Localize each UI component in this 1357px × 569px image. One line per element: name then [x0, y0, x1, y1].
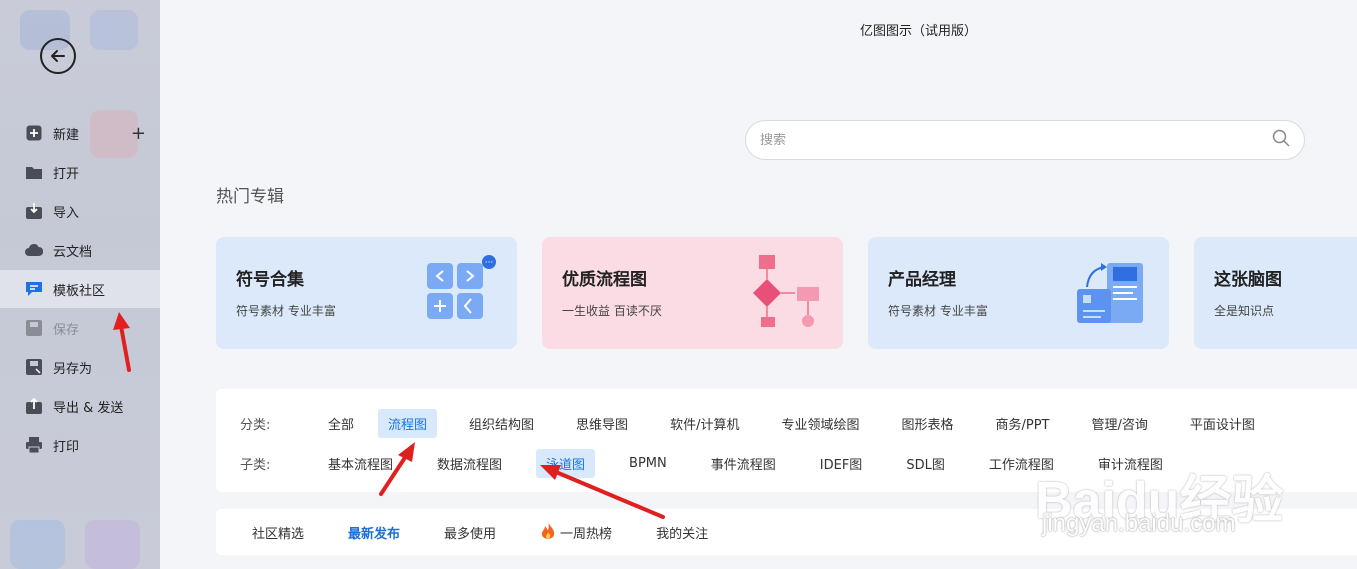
- export-icon: [25, 397, 43, 415]
- subcategory-chip[interactable]: 数据流程图: [427, 449, 512, 478]
- product-illustration-icon: [1077, 263, 1143, 323]
- card-subtitle: 全是知识点: [1214, 304, 1275, 318]
- category-row: 分类: 全部 流程图 组织结构图 思维导图 软件/计算机 专业领域绘图 图形表格…: [240, 409, 1265, 438]
- sidebar-item-label: 模板社区: [53, 283, 106, 299]
- printer-icon: [25, 436, 43, 454]
- blurred-background: [10, 520, 65, 569]
- sidebar-item-label: 打开: [53, 166, 80, 182]
- sidebar-item-new[interactable]: 新建 +: [0, 114, 160, 152]
- sidebar-item-label: 导入: [53, 205, 80, 221]
- plus-square-icon: [25, 124, 43, 142]
- save-as-icon: [25, 358, 43, 376]
- category-chip[interactable]: 思维导图: [566, 409, 638, 438]
- album-card-symbols[interactable]: 符号合集 符号素材 专业丰富 ···: [216, 237, 517, 349]
- fire-icon: [541, 522, 555, 539]
- category-chip[interactable]: 专业领域绘图: [771, 409, 869, 438]
- subcategory-chip[interactable]: IDEF图: [810, 449, 873, 478]
- category-chip[interactable]: 管理/咨询: [1081, 409, 1157, 438]
- subcategory-chip[interactable]: 事件流程图: [701, 449, 786, 478]
- tab-most-used[interactable]: 最多使用: [444, 523, 496, 542]
- section-title-hot: 热门专辑: [216, 187, 284, 207]
- sidebar-item-label: 另存为: [53, 361, 93, 377]
- search-box[interactable]: [745, 120, 1305, 160]
- tab-label: 一周热榜: [560, 526, 613, 542]
- sidebar-item-open[interactable]: 打开: [0, 153, 160, 191]
- album-card-mindmap[interactable]: 这张脑图 全是知识点: [1194, 237, 1357, 349]
- subcategory-chip[interactable]: 基本流程图: [318, 449, 403, 478]
- category-chip-active[interactable]: 流程图: [378, 409, 438, 438]
- category-chip[interactable]: 全部: [318, 409, 364, 438]
- blurred-background: [85, 520, 140, 569]
- sidebar-item-label: 打印: [53, 439, 80, 455]
- subcategory-chip-active[interactable]: 泳道图: [536, 449, 596, 478]
- watermark-url: jingyan.baidu.com: [1042, 510, 1236, 537]
- sidebar-item-save-as[interactable]: 另存为: [0, 348, 160, 386]
- category-label: 分类:: [240, 418, 271, 433]
- tab-latest[interactable]: 最新发布: [348, 523, 400, 542]
- tab-weekly-hot[interactable]: 一周热榜: [540, 522, 612, 542]
- tab-community-picks[interactable]: 社区精选: [252, 523, 304, 542]
- sidebar: 新建 + 打开 导入 云文档 模板社区 保存 另存为 导出 & 发送 打印: [0, 0, 160, 569]
- sidebar-item-label: 保存: [53, 322, 80, 338]
- sidebar-item-label: 云文档: [53, 244, 93, 260]
- sidebar-item-label: 导出 & 发送: [53, 400, 124, 416]
- sidebar-item-save[interactable]: 保存: [0, 309, 160, 347]
- template-community-icon: [25, 280, 43, 298]
- album-card-product-manager[interactable]: 产品经理 符号素材 专业丰富: [868, 237, 1169, 349]
- subcategory-row: 子类: 基本流程图 数据流程图 泳道图 BPMN 事件流程图 IDEF图 SDL…: [240, 449, 1173, 478]
- save-icon: [25, 319, 43, 337]
- category-chip[interactable]: 商务/PPT: [985, 409, 1059, 438]
- category-chip[interactable]: 软件/计算机: [660, 409, 749, 438]
- svg-text:···: ···: [485, 258, 494, 268]
- category-chip[interactable]: 组织结构图: [459, 409, 544, 438]
- tab-following[interactable]: 我的关注: [656, 523, 708, 542]
- subcategory-chip[interactable]: BPMN: [619, 451, 677, 476]
- category-chip[interactable]: 图形表格: [891, 409, 963, 438]
- search-icon[interactable]: [1272, 129, 1290, 151]
- sidebar-item-template-community[interactable]: 模板社区: [0, 270, 160, 308]
- blurred-background: [90, 10, 138, 50]
- sidebar-item-import[interactable]: 导入: [0, 192, 160, 230]
- flowchart-illustration-icon: [753, 255, 819, 327]
- import-icon: [25, 202, 43, 220]
- folder-icon: [25, 163, 43, 181]
- symbols-illustration-icon: ···: [427, 255, 496, 319]
- window-title: 亿图图示（试用版）: [860, 24, 978, 39]
- sidebar-item-label: 新建: [53, 127, 80, 143]
- album-card-flowchart[interactable]: 优质流程图 一生收益 百读不厌: [542, 237, 843, 349]
- search-input[interactable]: [760, 132, 1272, 148]
- arrow-left-icon: [51, 50, 65, 62]
- category-chip[interactable]: 平面设计图: [1180, 409, 1265, 438]
- subcategory-chip[interactable]: SDL图: [896, 449, 955, 478]
- sidebar-item-print[interactable]: 打印: [0, 426, 160, 464]
- subcategory-label: 子类:: [240, 458, 271, 473]
- back-button[interactable]: [40, 38, 76, 74]
- add-icon[interactable]: +: [131, 123, 146, 144]
- sidebar-item-export-send[interactable]: 导出 & 发送: [0, 387, 160, 425]
- card-title: 这张脑图: [1214, 270, 1282, 290]
- cloud-icon: [25, 241, 43, 259]
- sidebar-item-cloud[interactable]: 云文档: [0, 231, 160, 269]
